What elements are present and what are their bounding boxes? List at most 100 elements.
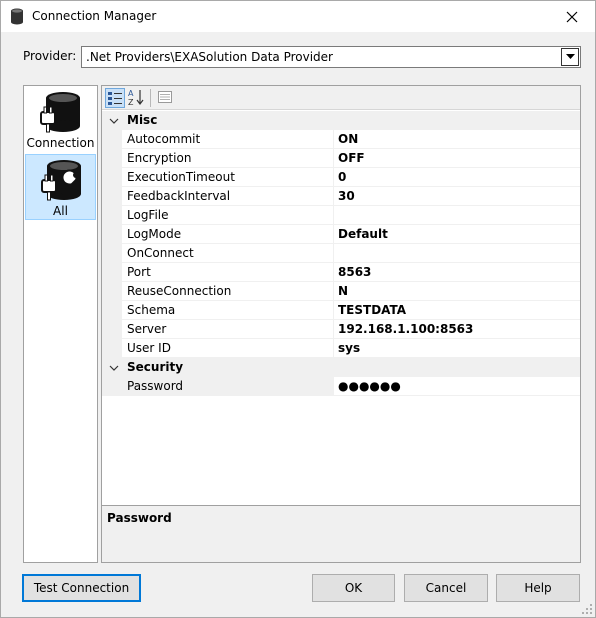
- row-gutter: [102, 244, 122, 263]
- property-name: User ID: [127, 341, 171, 355]
- property-name: ExecutionTimeout: [127, 170, 235, 184]
- title-bar[interactable]: Connection Manager: [1, 1, 595, 32]
- property-row-schema[interactable]: Schema TESTDATA: [102, 301, 580, 320]
- property-list: Misc Autocommit ON Encryption OFF Execut…: [102, 111, 580, 396]
- property-name: Encryption: [127, 151, 192, 165]
- row-gutter: [102, 377, 122, 396]
- database-icon: [11, 8, 23, 25]
- test-connection-button[interactable]: Test Connection: [22, 574, 141, 602]
- property-name: LogMode: [127, 227, 182, 241]
- window-title: Connection Manager: [32, 9, 157, 23]
- chevron-down-icon[interactable]: [109, 363, 119, 373]
- property-name: Password: [127, 379, 184, 393]
- column-divider: [333, 206, 334, 225]
- svg-text:Z: Z: [128, 98, 134, 106]
- property-pages-icon: [158, 91, 172, 103]
- property-row-logmode[interactable]: LogMode Default: [102, 225, 580, 244]
- column-divider: [333, 339, 334, 358]
- property-row-feedbackinterval[interactable]: FeedbackInterval 30: [102, 187, 580, 206]
- column-divider: [333, 377, 334, 396]
- category-name: Security: [127, 360, 184, 374]
- cancel-button[interactable]: Cancel: [404, 574, 488, 602]
- row-gutter: [102, 282, 122, 301]
- column-divider: [333, 149, 334, 168]
- database-plug-icon: [40, 92, 80, 133]
- property-value[interactable]: sys: [338, 341, 360, 355]
- chevron-down-icon: [565, 54, 575, 59]
- property-name: FeedbackInterval: [127, 189, 231, 203]
- row-gutter: [102, 206, 122, 225]
- column-divider: [333, 168, 334, 187]
- close-icon: [566, 11, 578, 22]
- property-value[interactable]: OFF: [338, 151, 365, 165]
- property-pages-button[interactable]: [156, 88, 176, 108]
- category-misc[interactable]: Misc: [102, 111, 580, 130]
- property-row-executiontimeout[interactable]: ExecutionTimeout 0: [102, 168, 580, 187]
- page-list: Connection All: [23, 85, 98, 563]
- row-gutter: [102, 301, 122, 320]
- property-row-onconnect[interactable]: OnConnect: [102, 244, 580, 263]
- row-gutter: [102, 168, 122, 187]
- property-value[interactable]: ON: [338, 132, 358, 146]
- ok-button[interactable]: OK: [312, 574, 395, 602]
- column-divider: [333, 225, 334, 244]
- row-gutter: [102, 320, 122, 339]
- svg-text:A: A: [128, 89, 134, 98]
- property-row-server[interactable]: Server 192.168.1.100:8563: [102, 320, 580, 339]
- property-name: ReuseConnection: [127, 284, 232, 298]
- row-gutter: [102, 149, 122, 168]
- category-security[interactable]: Security: [102, 358, 580, 377]
- sidebar-item-label: Connection: [26, 136, 95, 150]
- provider-value: .Net Providers\EXASolution Data Provider: [86, 50, 333, 64]
- resize-grip-icon[interactable]: [581, 603, 593, 615]
- alphabetical-button[interactable]: A Z: [127, 88, 147, 108]
- ok-label: OK: [344, 581, 363, 595]
- property-row-autocommit[interactable]: Autocommit ON: [102, 130, 580, 149]
- row-gutter: [102, 225, 122, 244]
- property-value[interactable]: 0: [338, 170, 346, 184]
- property-value[interactable]: 8563: [338, 265, 371, 279]
- categorized-icon: [108, 92, 122, 105]
- chevron-down-icon[interactable]: [109, 116, 119, 126]
- property-name: Port: [127, 265, 151, 279]
- provider-label: Provider:: [23, 49, 77, 63]
- sort-alphabetical-icon: A Z: [128, 89, 144, 107]
- property-row-userid[interactable]: User ID sys: [102, 339, 580, 358]
- property-value[interactable]: 192.168.1.100:8563: [338, 322, 473, 336]
- column-divider: [333, 244, 334, 263]
- property-name: LogFile: [127, 208, 169, 222]
- property-row-logfile[interactable]: LogFile: [102, 206, 580, 225]
- property-name: Server: [127, 322, 167, 336]
- column-divider: [333, 130, 334, 149]
- property-row-port[interactable]: Port 8563: [102, 263, 580, 282]
- provider-select[interactable]: .Net Providers\EXASolution Data Provider: [81, 46, 581, 68]
- password-value[interactable]: ●●●●●●: [338, 379, 401, 393]
- help-button[interactable]: Help: [496, 574, 580, 602]
- property-name: Autocommit: [127, 132, 201, 146]
- property-row-reuseconnection[interactable]: ReuseConnection N: [102, 282, 580, 301]
- database-plug-wrench-icon: [41, 160, 81, 201]
- column-divider: [333, 320, 334, 339]
- property-grid: A Z Misc Autocommit ON Encryption OFF Ex…: [101, 85, 581, 563]
- row-gutter: [102, 263, 122, 282]
- categorized-button[interactable]: [105, 88, 125, 108]
- column-divider: [333, 301, 334, 320]
- property-grid-toolbar: A Z: [102, 86, 580, 110]
- close-button[interactable]: [549, 1, 595, 32]
- row-gutter: [102, 187, 122, 206]
- sidebar-item-all[interactable]: All: [25, 154, 96, 220]
- property-row-password[interactable]: Password ●●●●●●: [102, 377, 580, 396]
- column-divider: [333, 187, 334, 206]
- property-value[interactable]: 30: [338, 189, 355, 203]
- toolbar-separator: [150, 89, 151, 107]
- property-value[interactable]: N: [338, 284, 348, 298]
- column-divider: [333, 263, 334, 282]
- property-value[interactable]: TESTDATA: [338, 303, 406, 317]
- connection-manager-window: Connection Manager Provider: .Net Provid…: [0, 0, 596, 618]
- row-gutter: [102, 130, 122, 149]
- sidebar-item-connection[interactable]: Connection: [25, 87, 96, 153]
- provider-dropdown-button[interactable]: [561, 48, 579, 66]
- test-connection-label: Test Connection: [33, 581, 130, 595]
- property-row-encryption[interactable]: Encryption OFF: [102, 149, 580, 168]
- property-value[interactable]: Default: [338, 227, 388, 241]
